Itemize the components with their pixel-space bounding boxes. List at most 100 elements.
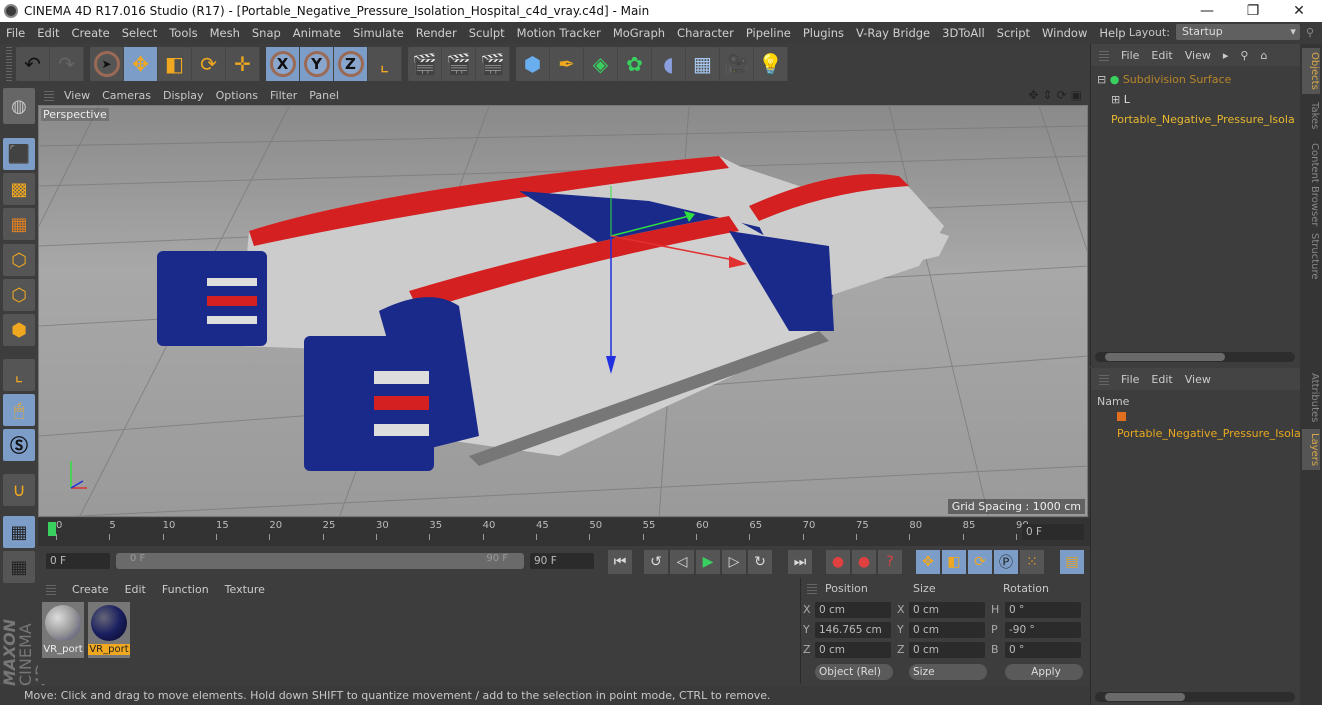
start-frame-field[interactable]: 0 F [46,553,110,569]
menu-window[interactable]: Window [1036,26,1093,40]
materials-menu-texture[interactable]: Texture [225,583,265,596]
menu-mograph[interactable]: MoGraph [607,26,671,40]
magnet-button[interactable]: ∪ [3,474,35,506]
coordinate-system-button[interactable]: ⌞ [368,47,402,81]
rotation-field[interactable]: -90 ° [1005,622,1081,638]
more-arrow-icon[interactable]: ▸ [1223,49,1229,62]
collapse-icon[interactable]: ⊟ [1097,73,1106,86]
rotation-field[interactable]: 0 ° [1005,602,1081,618]
key-parameter-button[interactable]: Ⓟ [994,550,1018,574]
key-scale-button[interactable]: ◧ [942,550,966,574]
workplane-mode-button[interactable]: ▦ [3,208,35,240]
layers-horizontal-scrollbar[interactable] [1095,692,1295,702]
render-view-button[interactable]: 🎬 [408,47,442,81]
viewport-grip[interactable] [44,89,54,101]
go-to-start-button[interactable]: ⏮ [608,550,632,574]
light-button[interactable]: 💡 [754,47,788,81]
pan-icon[interactable]: ✥ [1028,88,1038,102]
render-picture-viewer-button[interactable]: 🎬 [442,47,476,81]
render-settings-button[interactable]: 🎬 [476,47,510,81]
maximize-button[interactable]: ❐ [1230,0,1276,22]
autokey-button[interactable]: ● [852,550,876,574]
tab-content-browser[interactable]: Content Browser [1302,139,1320,230]
play-button[interactable]: ▶ [696,550,720,574]
search-icon[interactable]: ⚲ [1306,26,1314,39]
menu-mesh[interactable]: Mesh [204,26,246,40]
orbit-icon[interactable]: ⟳ [1057,88,1067,102]
key-position-button[interactable]: ✥ [916,550,940,574]
search-icon[interactable]: ⚲ [1240,49,1248,62]
next-key-button[interactable]: ↻ [748,550,772,574]
menu-character[interactable]: Character [671,26,740,40]
next-frame-button[interactable]: ▷ [722,550,746,574]
transform-tool-button[interactable]: ✛ [226,47,260,81]
objects-menu-view[interactable]: View [1185,49,1211,62]
floor-button[interactable]: ▦ [686,47,720,81]
size-field[interactable]: 0 cm [909,642,985,658]
scale-tool-button[interactable]: ◧ [158,47,192,81]
menu-simulate[interactable]: Simulate [347,26,410,40]
subdivision-surface-button[interactable]: ◈ [584,47,618,81]
viewport-menu-panel[interactable]: Panel [303,89,345,102]
move-tool-button[interactable]: ✥ [124,47,158,81]
menu-pipeline[interactable]: Pipeline [740,26,797,40]
layout-dropdown[interactable]: Startup [1175,24,1300,40]
layer-row[interactable]: Portable_Negative_Pressure_Isolat [1097,410,1305,442]
prev-frame-button[interactable]: ◁ [670,550,694,574]
undo-button[interactable]: ↶ [16,47,50,81]
model-mode-button[interactable]: ⬛ [3,138,35,170]
size-field[interactable]: 0 cm [909,602,985,618]
menu-3dtoall[interactable]: 3DToAll [936,26,991,40]
layers-menu-file[interactable]: File [1121,373,1139,386]
position-field[interactable]: 0 cm [815,602,891,618]
menu-animate[interactable]: Animate [287,26,347,40]
object-name[interactable]: Portable_Negative_Pressure_Isola [1111,113,1295,126]
record-keys-button[interactable]: ● [826,550,850,574]
make-editable-button[interactable]: ◍ [3,88,35,124]
material-swatch-selected[interactable]: VR_port [88,602,130,658]
position-field[interactable]: 146.765 cm [815,622,891,638]
menu-motion-tracker[interactable]: Motion Tracker [511,26,607,40]
cloner-button[interactable]: ✿ [618,47,652,81]
menu-select[interactable]: Select [116,26,163,40]
menu-help[interactable]: Help [1093,26,1131,40]
workplane-button[interactable]: ▦ [3,551,35,583]
edges-mode-button[interactable]: ⬡ [3,279,35,311]
position-field[interactable]: 0 cm [815,642,891,658]
layer-name[interactable]: Portable_Negative_Pressure_Isolat [1117,427,1305,440]
viewport-camera-label[interactable]: Perspective [41,108,109,121]
viewport-menu-filter[interactable]: Filter [264,89,303,102]
tab-structure[interactable]: Structure [1302,229,1320,284]
toolbar-grip[interactable] [6,47,12,81]
frame-range-slider[interactable]: 0 F 90 F [116,553,524,569]
pen-tool-button[interactable]: ✒ [550,47,584,81]
go-to-end-button[interactable]: ⏭ [788,550,812,574]
menu-sculpt[interactable]: Sculpt [463,26,511,40]
redo-button[interactable]: ↷ [50,47,84,81]
dolly-icon[interactable]: ⇕ [1043,88,1053,102]
menu-file[interactable]: File [0,26,31,40]
lock-workplane-button[interactable]: ▦ [3,516,35,548]
key-pla-button[interactable]: ⁙ [1020,550,1044,574]
menu-edit[interactable]: Edit [31,26,65,40]
live-selection-button[interactable]: ➤ [90,47,124,81]
coordinate-mode-dropdown[interactable]: Object (Rel) [815,664,893,680]
viewport-menu-display[interactable]: Display [157,89,210,102]
toggle-view-icon[interactable]: ▣ [1071,88,1082,102]
menu-script[interactable]: Script [991,26,1036,40]
texture-mode-button[interactable]: ▩ [3,173,35,205]
deformer-button[interactable]: ◖ [652,47,686,81]
coordinates-grip[interactable] [807,582,817,594]
menu-create[interactable]: Create [66,26,116,40]
size-field[interactable]: 0 cm [909,622,985,638]
tab-layers[interactable]: Layers [1302,429,1320,471]
camera-button[interactable]: 🎥 [720,47,754,81]
layers-menu-edit[interactable]: Edit [1151,373,1172,386]
tab-attributes[interactable]: Attributes [1302,369,1320,426]
home-icon[interactable]: ⌂ [1260,49,1267,62]
tweak-mode-button[interactable]: 🖱 [3,394,35,426]
add-cube-button[interactable]: ⬢ [516,47,550,81]
menu-tools[interactable]: Tools [163,26,203,40]
tab-takes[interactable]: Takes [1302,98,1320,133]
tab-objects[interactable]: Objects [1302,48,1320,94]
